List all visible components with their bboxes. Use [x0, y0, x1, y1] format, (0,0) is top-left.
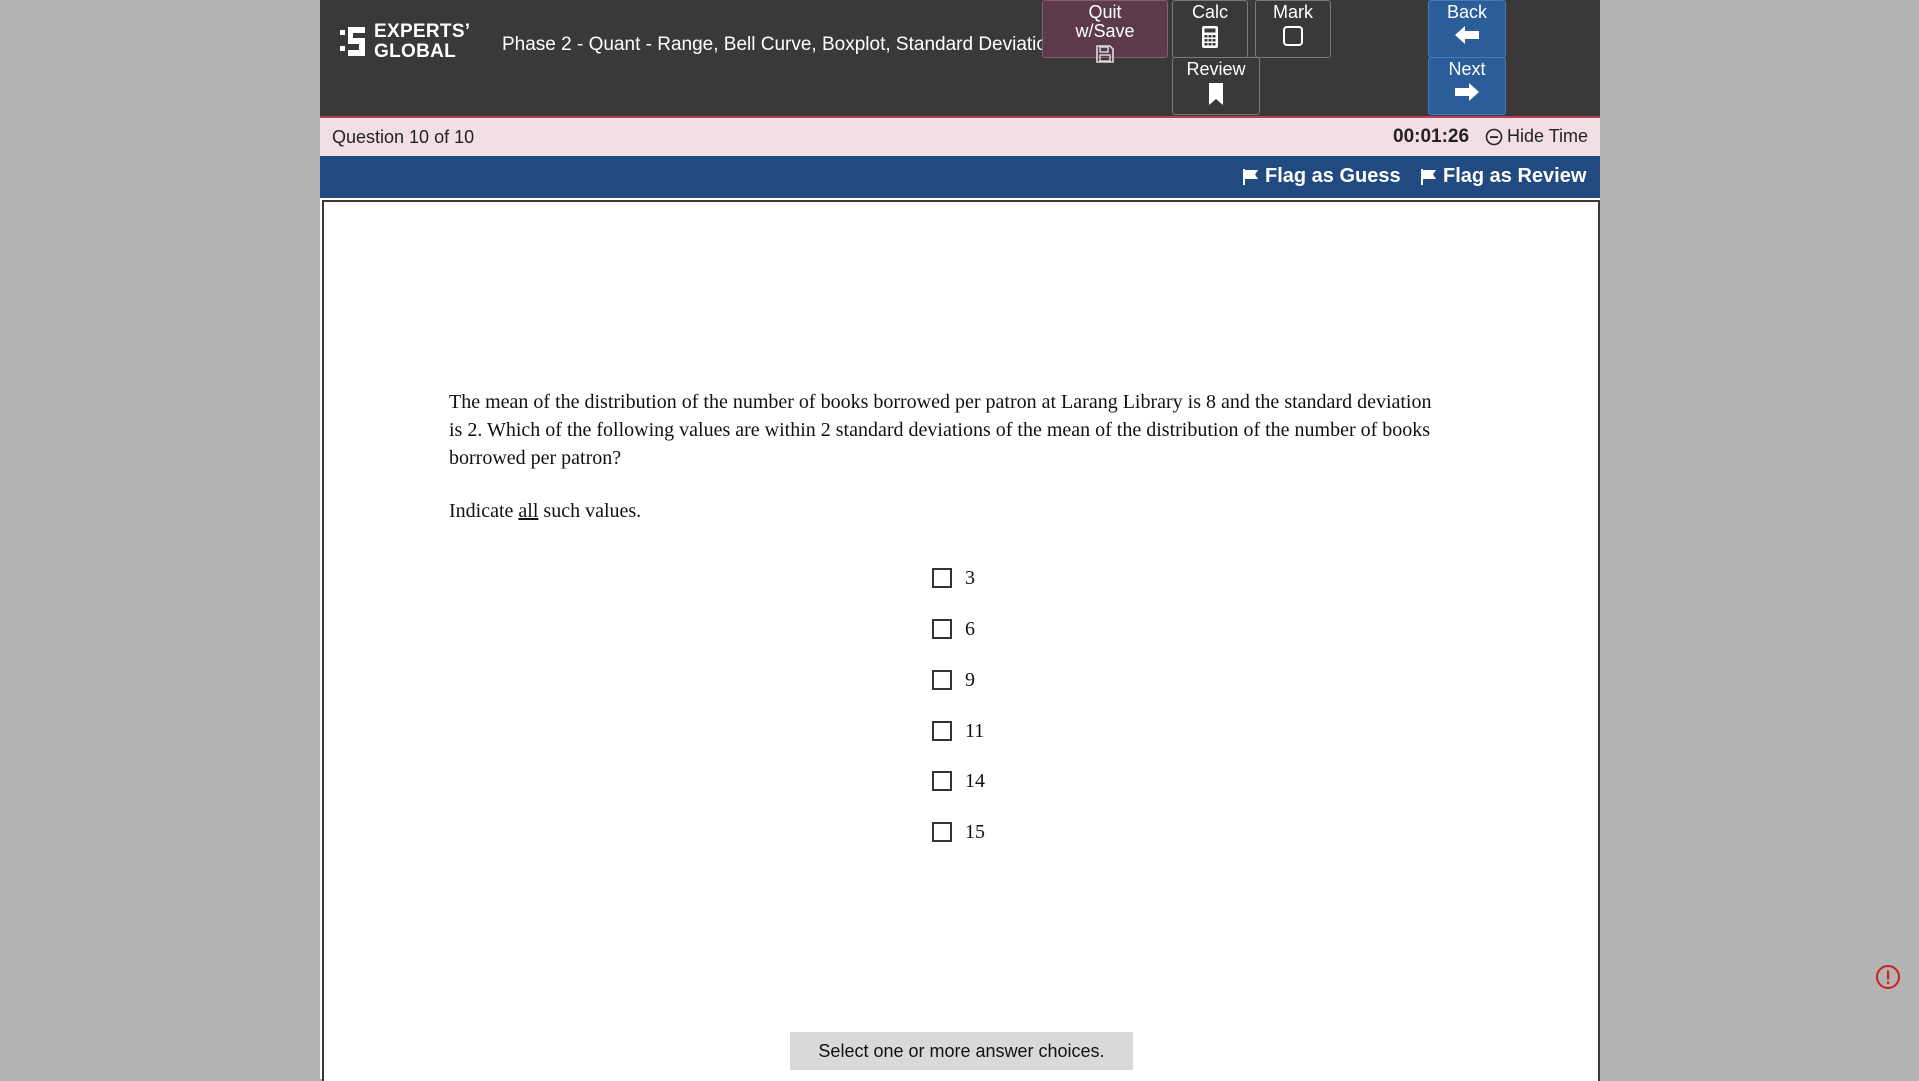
hide-time-button[interactable]: Hide Time: [1485, 126, 1588, 147]
flag-icon: [1243, 168, 1258, 185]
instruction-prefix: Indicate: [449, 500, 519, 522]
next-label: Next: [1448, 59, 1486, 79]
answer-choice[interactable]: 11: [932, 716, 984, 746]
arrow-right-icon: [1455, 83, 1479, 101]
choice-label: 15: [965, 820, 985, 843]
back-label: Back: [1446, 2, 1488, 22]
instruction: Indicate all such values.: [449, 500, 641, 523]
checkbox-icon: [1283, 26, 1303, 46]
minus-circle-icon: [1485, 128, 1503, 145]
flag-as-review-button[interactable]: Flag as Review: [1420, 165, 1586, 188]
choice-checkbox[interactable]: [932, 619, 952, 639]
flag-as-guess-button[interactable]: Flag as Guess: [1242, 165, 1401, 188]
hide-time-label: Hide Time: [1507, 126, 1589, 146]
choice-checkbox[interactable]: [932, 568, 952, 588]
calc-label: Calc: [1191, 2, 1228, 22]
mark-button[interactable]: Mark: [1255, 0, 1331, 58]
answer-choice[interactable]: 15: [932, 817, 985, 847]
selection-hint: Select one or more answer choices.: [790, 1032, 1133, 1070]
timer: 00:01:26: [1393, 126, 1470, 147]
choice-checkbox[interactable]: [932, 721, 952, 741]
next-button[interactable]: Next: [1428, 57, 1506, 115]
quit-save-button[interactable]: Quit w/Save: [1042, 0, 1168, 63]
choice-label: 14: [965, 769, 985, 792]
review-button[interactable]: Review: [1172, 57, 1260, 115]
arrow-left-icon: [1455, 26, 1479, 44]
status-bar: Question 10 of 10 00:01:26 Hide Time: [320, 118, 1600, 156]
flag-bar: Flag as Guess Flag as Review: [320, 156, 1600, 198]
calculator-icon: [1202, 26, 1218, 48]
test-app: EXPERTS’ GLOBAL Phase 2 - Quant - Range,…: [320, 0, 1600, 1081]
back-button[interactable]: Back: [1428, 0, 1506, 58]
bookmark-icon: [1209, 83, 1223, 105]
flag-as-guess-label: Flag as Guess: [1265, 165, 1401, 187]
choice-label: 3: [965, 566, 975, 589]
answer-choice[interactable]: 9: [932, 665, 975, 695]
review-label: Review: [1186, 59, 1246, 79]
choice-checkbox[interactable]: [932, 771, 952, 791]
floppy-disk-icon: [1096, 45, 1114, 63]
flag-icon: [1421, 168, 1436, 185]
header: EXPERTS’ GLOBAL Phase 2 - Quant - Range,…: [320, 0, 1600, 118]
quit-save-label: Quit w/Save: [1075, 2, 1135, 41]
question-text: The mean of the distribution of the numb…: [449, 391, 1432, 469]
choice-checkbox[interactable]: [932, 822, 952, 842]
instruction-suffix: such values.: [538, 500, 642, 522]
calc-button[interactable]: Calc: [1172, 0, 1248, 58]
choice-checkbox[interactable]: [932, 670, 952, 690]
answer-choice[interactable]: 14: [932, 766, 985, 796]
answer-choice[interactable]: 3: [932, 563, 975, 593]
choice-label: 9: [965, 668, 975, 691]
flag-as-review-label: Flag as Review: [1443, 165, 1587, 187]
answer-choice[interactable]: 6: [932, 614, 975, 644]
question-panel: The mean of the distribution of the numb…: [322, 200, 1600, 1081]
alert-circle-icon[interactable]: [1875, 964, 1901, 995]
question-counter: Question 10 of 10: [332, 127, 475, 147]
choice-label: 6: [965, 617, 975, 640]
instruction-emphasis: all: [518, 500, 539, 522]
mark-label: Mark: [1273, 2, 1313, 22]
choice-label: 11: [965, 719, 985, 742]
